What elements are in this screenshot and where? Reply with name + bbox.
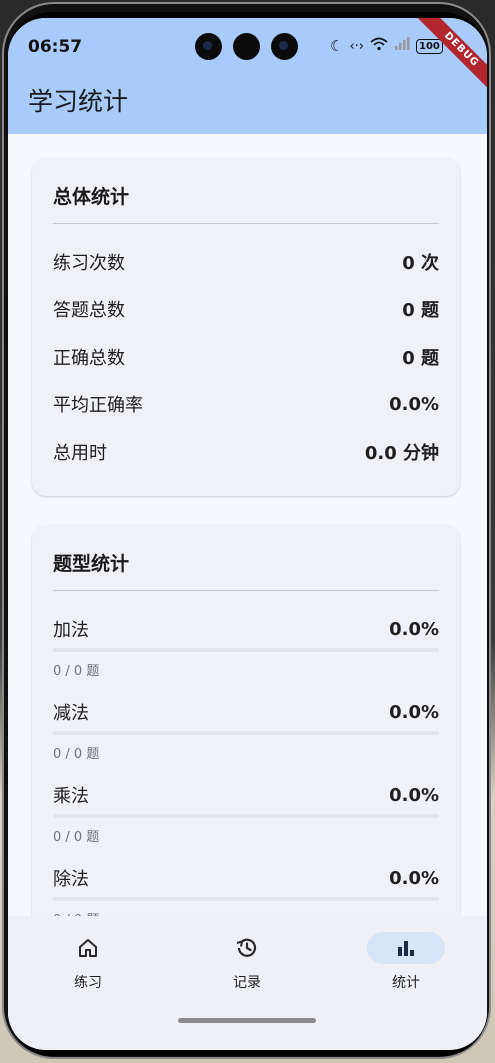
bottom-navigation: 练习 记录 统计 bbox=[8, 916, 487, 1050]
home-icon bbox=[49, 932, 127, 964]
home-indicator[interactable] bbox=[178, 1018, 316, 1023]
overall-stats-card: 总体统计 练习次数 0 次 答题总数 0 题 正确总数 0 题 平均正确率 0.… bbox=[32, 158, 460, 496]
camera-icon bbox=[271, 33, 298, 60]
type-row: 减法 0.0% bbox=[53, 698, 439, 726]
stat-label: 总用时 bbox=[53, 443, 107, 464]
progress-bar bbox=[53, 897, 439, 901]
moon-icon: ☾ bbox=[330, 37, 344, 55]
phone-screen: 06:57 ☾ ‹·› 100 DEBUG 学习统计 总体统计 练习次数 0 次 bbox=[8, 18, 487, 1050]
stat-row: 答题总数 0 题 bbox=[53, 295, 439, 323]
nav-label: 记录 bbox=[233, 975, 261, 991]
divider bbox=[53, 223, 439, 224]
stat-value: 0 次 bbox=[402, 253, 439, 274]
stat-label: 答题总数 bbox=[53, 300, 125, 321]
camera-icon bbox=[233, 33, 260, 60]
type-rate: 0.0% bbox=[389, 784, 439, 806]
page-title: 学习统计 bbox=[28, 87, 129, 116]
app-bar: 06:57 ☾ ‹·› 100 DEBUG 学习统计 bbox=[8, 18, 487, 134]
stat-row: 平均正确率 0.0% bbox=[53, 390, 439, 418]
progress-bar bbox=[53, 648, 439, 652]
type-detail: 0 / 0 题 bbox=[53, 664, 100, 679]
stat-value: 0 题 bbox=[402, 300, 439, 321]
stat-value: 0 题 bbox=[402, 348, 439, 369]
camera-cutout bbox=[195, 33, 298, 60]
type-stats-card: 题型统计 加法 0.0% 0 / 0 题 减法 0.0% 0 / 0 题 乘法 … bbox=[32, 525, 460, 945]
type-row: 除法 0.0% bbox=[53, 864, 439, 892]
code-icon: ‹·› bbox=[349, 38, 364, 54]
nav-label: 统计 bbox=[392, 975, 420, 991]
nav-label: 练习 bbox=[74, 975, 102, 991]
card-title: 题型统计 bbox=[53, 553, 130, 575]
stat-row: 练习次数 0 次 bbox=[53, 248, 439, 276]
stat-value: 0.0 分钟 bbox=[364, 443, 439, 464]
wifi-icon bbox=[370, 37, 388, 55]
stat-row: 总用时 0.0 分钟 bbox=[53, 438, 439, 466]
type-label: 除法 bbox=[53, 869, 89, 890]
nav-item-practice[interactable]: 练习 bbox=[28, 932, 148, 992]
progress-bar bbox=[53, 814, 439, 818]
type-label: 乘法 bbox=[53, 786, 89, 807]
type-label: 加法 bbox=[53, 620, 89, 641]
type-rate: 0.0% bbox=[389, 618, 439, 640]
divider bbox=[53, 590, 439, 591]
history-icon bbox=[208, 932, 286, 964]
bar-chart-icon bbox=[367, 932, 445, 964]
card-title: 总体统计 bbox=[53, 186, 130, 208]
stat-value: 0.0% bbox=[389, 393, 439, 415]
nav-item-stats[interactable]: 统计 bbox=[346, 932, 466, 992]
camera-icon bbox=[195, 33, 222, 60]
nav-item-records[interactable]: 记录 bbox=[187, 932, 307, 992]
type-detail: 0 / 0 题 bbox=[53, 747, 100, 762]
battery-icon: 100 bbox=[415, 38, 443, 54]
progress-bar bbox=[53, 731, 439, 735]
stat-row: 正确总数 0 题 bbox=[53, 343, 439, 371]
signal-icon bbox=[394, 37, 410, 55]
type-rate: 0.0% bbox=[389, 867, 439, 889]
type-row: 乘法 0.0% bbox=[53, 781, 439, 809]
debug-banner: DEBUG bbox=[412, 18, 487, 99]
stat-label: 练习次数 bbox=[53, 253, 125, 274]
type-row: 加法 0.0% bbox=[53, 615, 439, 643]
type-detail: 0 / 0 题 bbox=[53, 830, 100, 845]
stat-label: 平均正确率 bbox=[53, 395, 143, 416]
type-rate: 0.0% bbox=[389, 701, 439, 723]
stat-label: 正确总数 bbox=[53, 348, 125, 369]
status-time: 06:57 bbox=[28, 37, 83, 57]
type-label: 减法 bbox=[53, 703, 89, 724]
status-icons: ☾ ‹·› 100 bbox=[330, 37, 443, 55]
